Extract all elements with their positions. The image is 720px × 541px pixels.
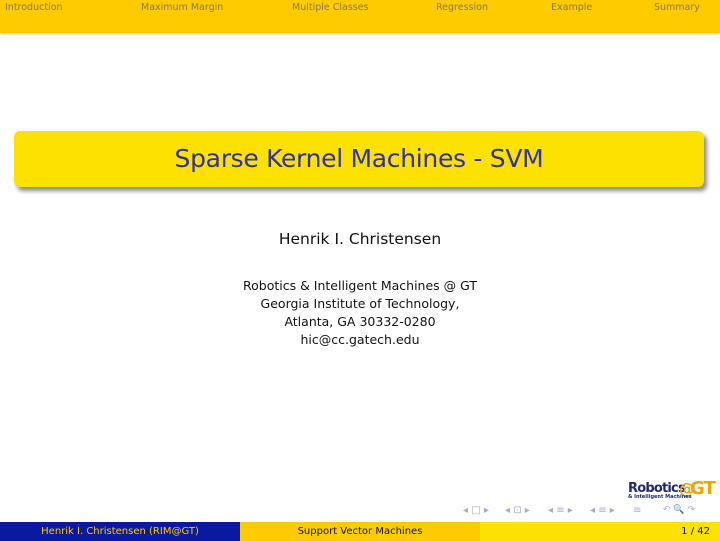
author-email: hic@cc.gatech.edu xyxy=(300,332,420,347)
subsection-nav-icon[interactable]: ◂ ⊡ ▸ xyxy=(505,505,530,519)
robotics-gt-logo: Robotics @ GT & Intelligent Machines xyxy=(628,478,716,501)
nav-section-introduction[interactable]: Introduction xyxy=(5,2,63,13)
nav-section-example[interactable]: Example xyxy=(551,2,592,13)
subsubsection-nav-icon[interactable]: ◂ ≡ ▸ xyxy=(590,505,615,519)
institute-address: Atlanta, GA 30332-0280 xyxy=(284,314,436,329)
title-block: Sparse Kernel Machines - SVM xyxy=(14,131,704,187)
footer-right: 1 / 42 xyxy=(480,522,720,541)
nav-section-regression[interactable]: Regression xyxy=(436,2,488,13)
align-icon[interactable]: ≡ xyxy=(633,505,641,519)
author-name: Henrik I. Christensen xyxy=(278,230,442,248)
slide-title: Sparse Kernel Machines - SVM xyxy=(174,144,544,173)
logo-gt-text: GT xyxy=(690,478,716,499)
nav-section-maximum-margin[interactable]: Maximum Margin xyxy=(141,2,223,13)
section-navigation-bar: Introduction Maximum Margin Multiple Cla… xyxy=(0,0,720,33)
logo-subtitle: & Intelligent Machines xyxy=(628,494,692,500)
page-number: 1 / 42 xyxy=(681,526,710,537)
section-nav-icon[interactable]: ◂ ≡ ▸ xyxy=(548,505,573,519)
nav-section-multiple-classes[interactable]: Multiple Classes xyxy=(292,2,369,13)
footer-author: Henrik I. Christensen (RIM@GT) xyxy=(0,522,240,541)
institute-line-1: Robotics & Intelligent Machines @ GT xyxy=(242,278,477,293)
nav-section-summary[interactable]: Summary xyxy=(654,2,700,13)
frame-nav-icon[interactable]: ◂ □ ▸ xyxy=(463,505,489,519)
institute-line-2: Georgia Institute of Technology, xyxy=(260,296,460,311)
search-back-forward-icon[interactable]: ↶ 🔍 ↷ xyxy=(663,505,695,519)
footer-bar: Henrik I. Christensen (RIM@GT) Support V… xyxy=(0,522,720,541)
footer-title: Support Vector Machines xyxy=(240,522,480,541)
